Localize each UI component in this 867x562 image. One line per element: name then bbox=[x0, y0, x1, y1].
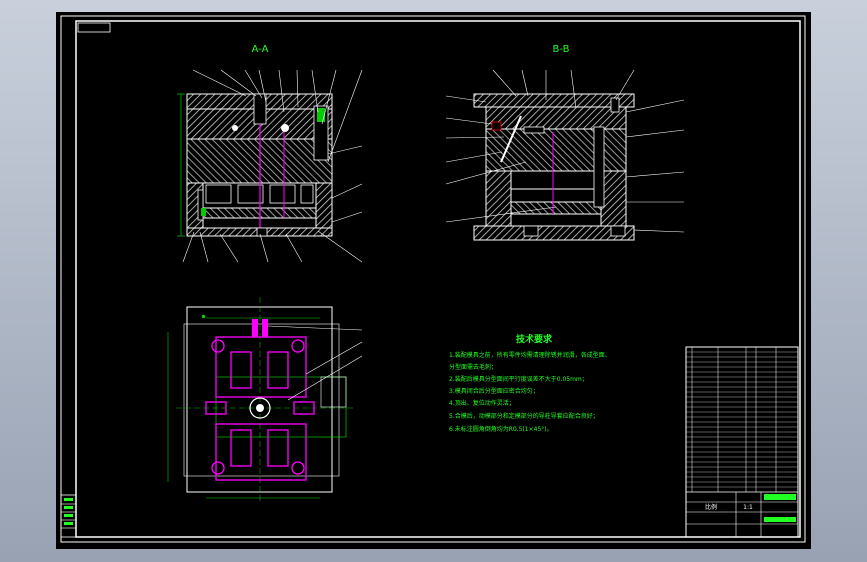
sheet-inner-border bbox=[75, 20, 801, 538]
section-b-b-view: B-B bbox=[445, 44, 685, 241]
tech-note-6: 6.未标注圆角倒角均为R0.5(1×45°)。 bbox=[449, 425, 553, 433]
scale-label: 比例 bbox=[705, 503, 717, 511]
tech-note-2: 2.装配后模具分型面间平行度误差不大于0.05mm； bbox=[449, 375, 588, 383]
tech-note-4: 4.顶出、复位动作灵活； bbox=[449, 399, 515, 407]
cad-viewport[interactable]: A-A B-B 技术要求 1.装配模具之前，所有零件均需清理除锈并润滑，各成型面… bbox=[56, 12, 811, 549]
section-bb-title: B-B bbox=[553, 44, 570, 55]
mold-assembly-drawing: A-A B-B 技术要求 1.装配模具之前，所有零件均需清理除锈并润滑，各成型面… bbox=[60, 15, 806, 543]
tech-note-1b: 分型面需去毛刺； bbox=[449, 363, 497, 371]
tech-note-3: 3.模具闭合后分型面应密合均匀； bbox=[449, 387, 539, 395]
technical-requirements: 技术要求 1.装配模具之前，所有零件均需清理除锈并润滑，各成型面、 分型面需去毛… bbox=[449, 333, 611, 433]
side-label-block bbox=[60, 494, 77, 538]
title-block: 比例 1:1 bbox=[685, 346, 799, 538]
corner-code-box bbox=[77, 22, 111, 33]
sheet-outer-border bbox=[60, 15, 806, 543]
tech-note-1: 1.装配模具之前，所有零件均需清理除锈并润滑，各成型面、 bbox=[449, 351, 611, 359]
section-aa-title: A-A bbox=[252, 44, 269, 55]
plan-view bbox=[167, 297, 363, 502]
section-a-a-view: A-A bbox=[177, 44, 363, 263]
scale-value: 1:1 bbox=[743, 504, 753, 511]
tech-title: 技术要求 bbox=[516, 333, 553, 345]
tech-note-5: 5.合模后，动模部分和定模部分的导柱导套应配合良好； bbox=[449, 412, 599, 420]
